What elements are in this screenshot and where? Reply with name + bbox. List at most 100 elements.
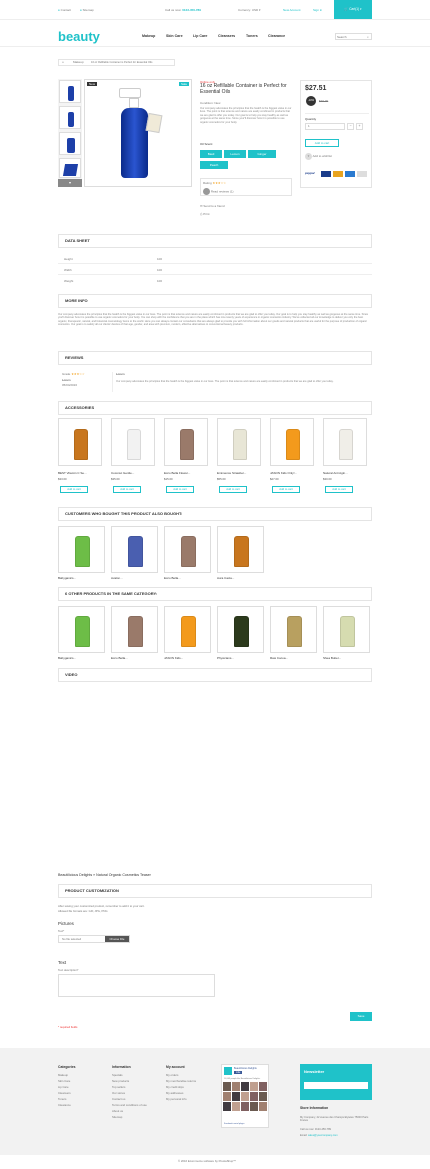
option-lemon[interactable]: Lemon: [224, 150, 246, 158]
new-badge: New: [87, 82, 98, 86]
accessory-add-to-cart-button[interactable]: Add to cart: [325, 486, 353, 493]
same-category-name[interactable]: Shea Butter...: [323, 656, 341, 660]
newsletter-input[interactable]: [304, 1082, 368, 1089]
fan-avatar[interactable]: [250, 1092, 258, 1101]
footer-link[interactable]: Clearance: [58, 1102, 108, 1108]
cart-button[interactable]: 🛒 Cart(1) ▾: [334, 0, 372, 19]
fan-avatar[interactable]: [223, 1092, 231, 1101]
fan-avatar[interactable]: [259, 1082, 267, 1091]
fan-avatar[interactable]: [259, 1102, 267, 1111]
quantity-minus-button[interactable]: −: [347, 123, 354, 130]
fan-avatar[interactable]: [241, 1082, 249, 1091]
store-email[interactable]: Email: sales@yourcompany.com: [300, 1134, 338, 1137]
main-product-image[interactable]: New Sale: [84, 79, 192, 187]
add-to-cart-button[interactable]: Add to cart: [305, 139, 339, 147]
same-category-image[interactable]: [164, 606, 211, 653]
option-basil[interactable]: Basil: [200, 150, 222, 158]
accessory-image[interactable]: [164, 418, 208, 466]
option-peach[interactable]: Peach: [200, 161, 228, 169]
accessory-add-to-cart-button[interactable]: Add to cart: [219, 486, 247, 493]
fan-avatar[interactable]: [241, 1092, 249, 1101]
sign-in-link[interactable]: Sign in: [313, 8, 322, 12]
sitemap-link[interactable]: ● Sitemap: [80, 8, 94, 12]
nav-cleansers[interactable]: Cleansers: [218, 34, 235, 38]
fan-avatar[interactable]: [250, 1102, 258, 1111]
fan-avatar[interactable]: [232, 1082, 240, 1091]
thumbnail-1[interactable]: [59, 80, 81, 103]
accessory-add-to-cart-button[interactable]: Add to cart: [60, 486, 88, 493]
also-bought-name[interactable]: Ecco Bella...: [164, 576, 181, 580]
nav-makeup[interactable]: Makeup: [142, 34, 155, 38]
fan-avatar[interactable]: [241, 1102, 249, 1111]
accessory-add-to-cart-button[interactable]: Add to cart: [113, 486, 141, 493]
same-category-name[interactable]: Physicians...: [217, 656, 234, 660]
same-category-name[interactable]: Raw Cocoa...: [270, 656, 288, 660]
also-bought-name[interactable]: Babyganics...: [58, 576, 76, 580]
accessory-add-to-cart-button[interactable]: Add to cart: [166, 486, 194, 493]
accessory-name[interactable]: BEST Vitamin C Se...: [58, 471, 87, 475]
footer-link[interactable]: My personal info: [166, 1096, 216, 1102]
accessory-image[interactable]: [58, 418, 102, 466]
send-friend-link[interactable]: ✉ Send to a friend: [200, 204, 225, 208]
same-category-image[interactable]: [270, 606, 317, 653]
same-category-image[interactable]: [323, 606, 370, 653]
also-bought-name[interactable]: Avalon...: [111, 576, 123, 580]
site-logo[interactable]: beauty: [58, 29, 100, 44]
also-bought-image[interactable]: [111, 526, 158, 573]
same-category-image[interactable]: [217, 606, 264, 653]
currency-select[interactable]: Currency: USD ▾: [238, 8, 261, 12]
read-reviews-link[interactable]: Read reviews (1): [203, 188, 234, 195]
thumbnail-3[interactable]: [59, 132, 81, 155]
fan-avatar[interactable]: [232, 1092, 240, 1101]
quantity-plus-button[interactable]: +: [356, 123, 363, 130]
also-bought-name[interactable]: Aura Cacia...: [217, 576, 234, 580]
option-ginger[interactable]: Ginger: [248, 150, 276, 158]
new-account-link[interactable]: New Account: [283, 8, 301, 12]
also-bought-image[interactable]: [58, 526, 105, 573]
search-input[interactable]: [337, 34, 365, 39]
same-category-name[interactable]: Babyganics...: [58, 656, 76, 660]
fan-avatar[interactable]: [259, 1092, 267, 1101]
accessory-image[interactable]: [323, 418, 367, 466]
thumbnail-scroll-down[interactable]: ▾: [58, 179, 82, 187]
accessory-image[interactable]: [217, 418, 261, 466]
accessory-name[interactable]: JASON Kids Only!...: [270, 471, 297, 475]
wishlist-link[interactable]: ♥ Add to wishlist: [305, 153, 332, 160]
fan-avatar[interactable]: [250, 1082, 258, 1091]
file-input[interactable]: No file selected Choose File: [58, 935, 130, 943]
same-category-name[interactable]: Ecco Bella...: [111, 656, 128, 660]
accessory-image[interactable]: [111, 418, 155, 466]
nav-lip-care[interactable]: Lip Care: [193, 34, 207, 38]
quantity-input[interactable]: 1: [305, 123, 345, 130]
fan-avatar[interactable]: [223, 1082, 231, 1091]
choose-file-button[interactable]: Choose File: [105, 936, 129, 942]
also-bought-image[interactable]: [164, 526, 211, 573]
fb-like-button[interactable]: Like: [234, 1071, 243, 1074]
same-category-image[interactable]: [111, 606, 158, 653]
accessory-image[interactable]: [270, 418, 314, 466]
print-link[interactable]: ⎙ Print: [200, 212, 209, 216]
accessory-name[interactable]: Ecco Bella Flower...: [164, 471, 190, 475]
accessory-name[interactable]: Emimence Strawber...: [217, 471, 246, 475]
also-bought-image[interactable]: [217, 526, 264, 573]
search-icon[interactable]: ⌕: [367, 35, 369, 39]
breadcrumb-category[interactable]: Makeup: [73, 60, 84, 65]
thumbnail-4[interactable]: [59, 158, 81, 178]
same-category-name[interactable]: JASON Kids...: [164, 656, 183, 660]
thumbnail-2[interactable]: [59, 106, 81, 129]
nav-skin-care[interactable]: Skin Care: [166, 34, 183, 38]
same-category-image[interactable]: [58, 606, 105, 653]
contact-link[interactable]: ● Contact: [58, 8, 71, 12]
nav-toners[interactable]: Toners: [246, 34, 258, 38]
accessory-name[interactable]: Natural Anti Agin...: [323, 471, 348, 475]
more-info-text: Our company advocates the principles tha…: [58, 313, 369, 327]
text-description-textarea[interactable]: [58, 974, 215, 997]
save-button[interactable]: Save: [350, 1012, 372, 1021]
footer-link[interactable]: Sitemap: [112, 1114, 162, 1120]
nav-clearance[interactable]: Clearance: [268, 34, 285, 38]
accessory-name[interactable]: Coconut Gentle...: [111, 471, 134, 475]
fan-avatar[interactable]: [232, 1102, 240, 1111]
fan-avatar[interactable]: [223, 1102, 231, 1111]
home-icon[interactable]: ⌂: [62, 60, 64, 65]
accessory-add-to-cart-button[interactable]: Add to cart: [272, 486, 300, 493]
